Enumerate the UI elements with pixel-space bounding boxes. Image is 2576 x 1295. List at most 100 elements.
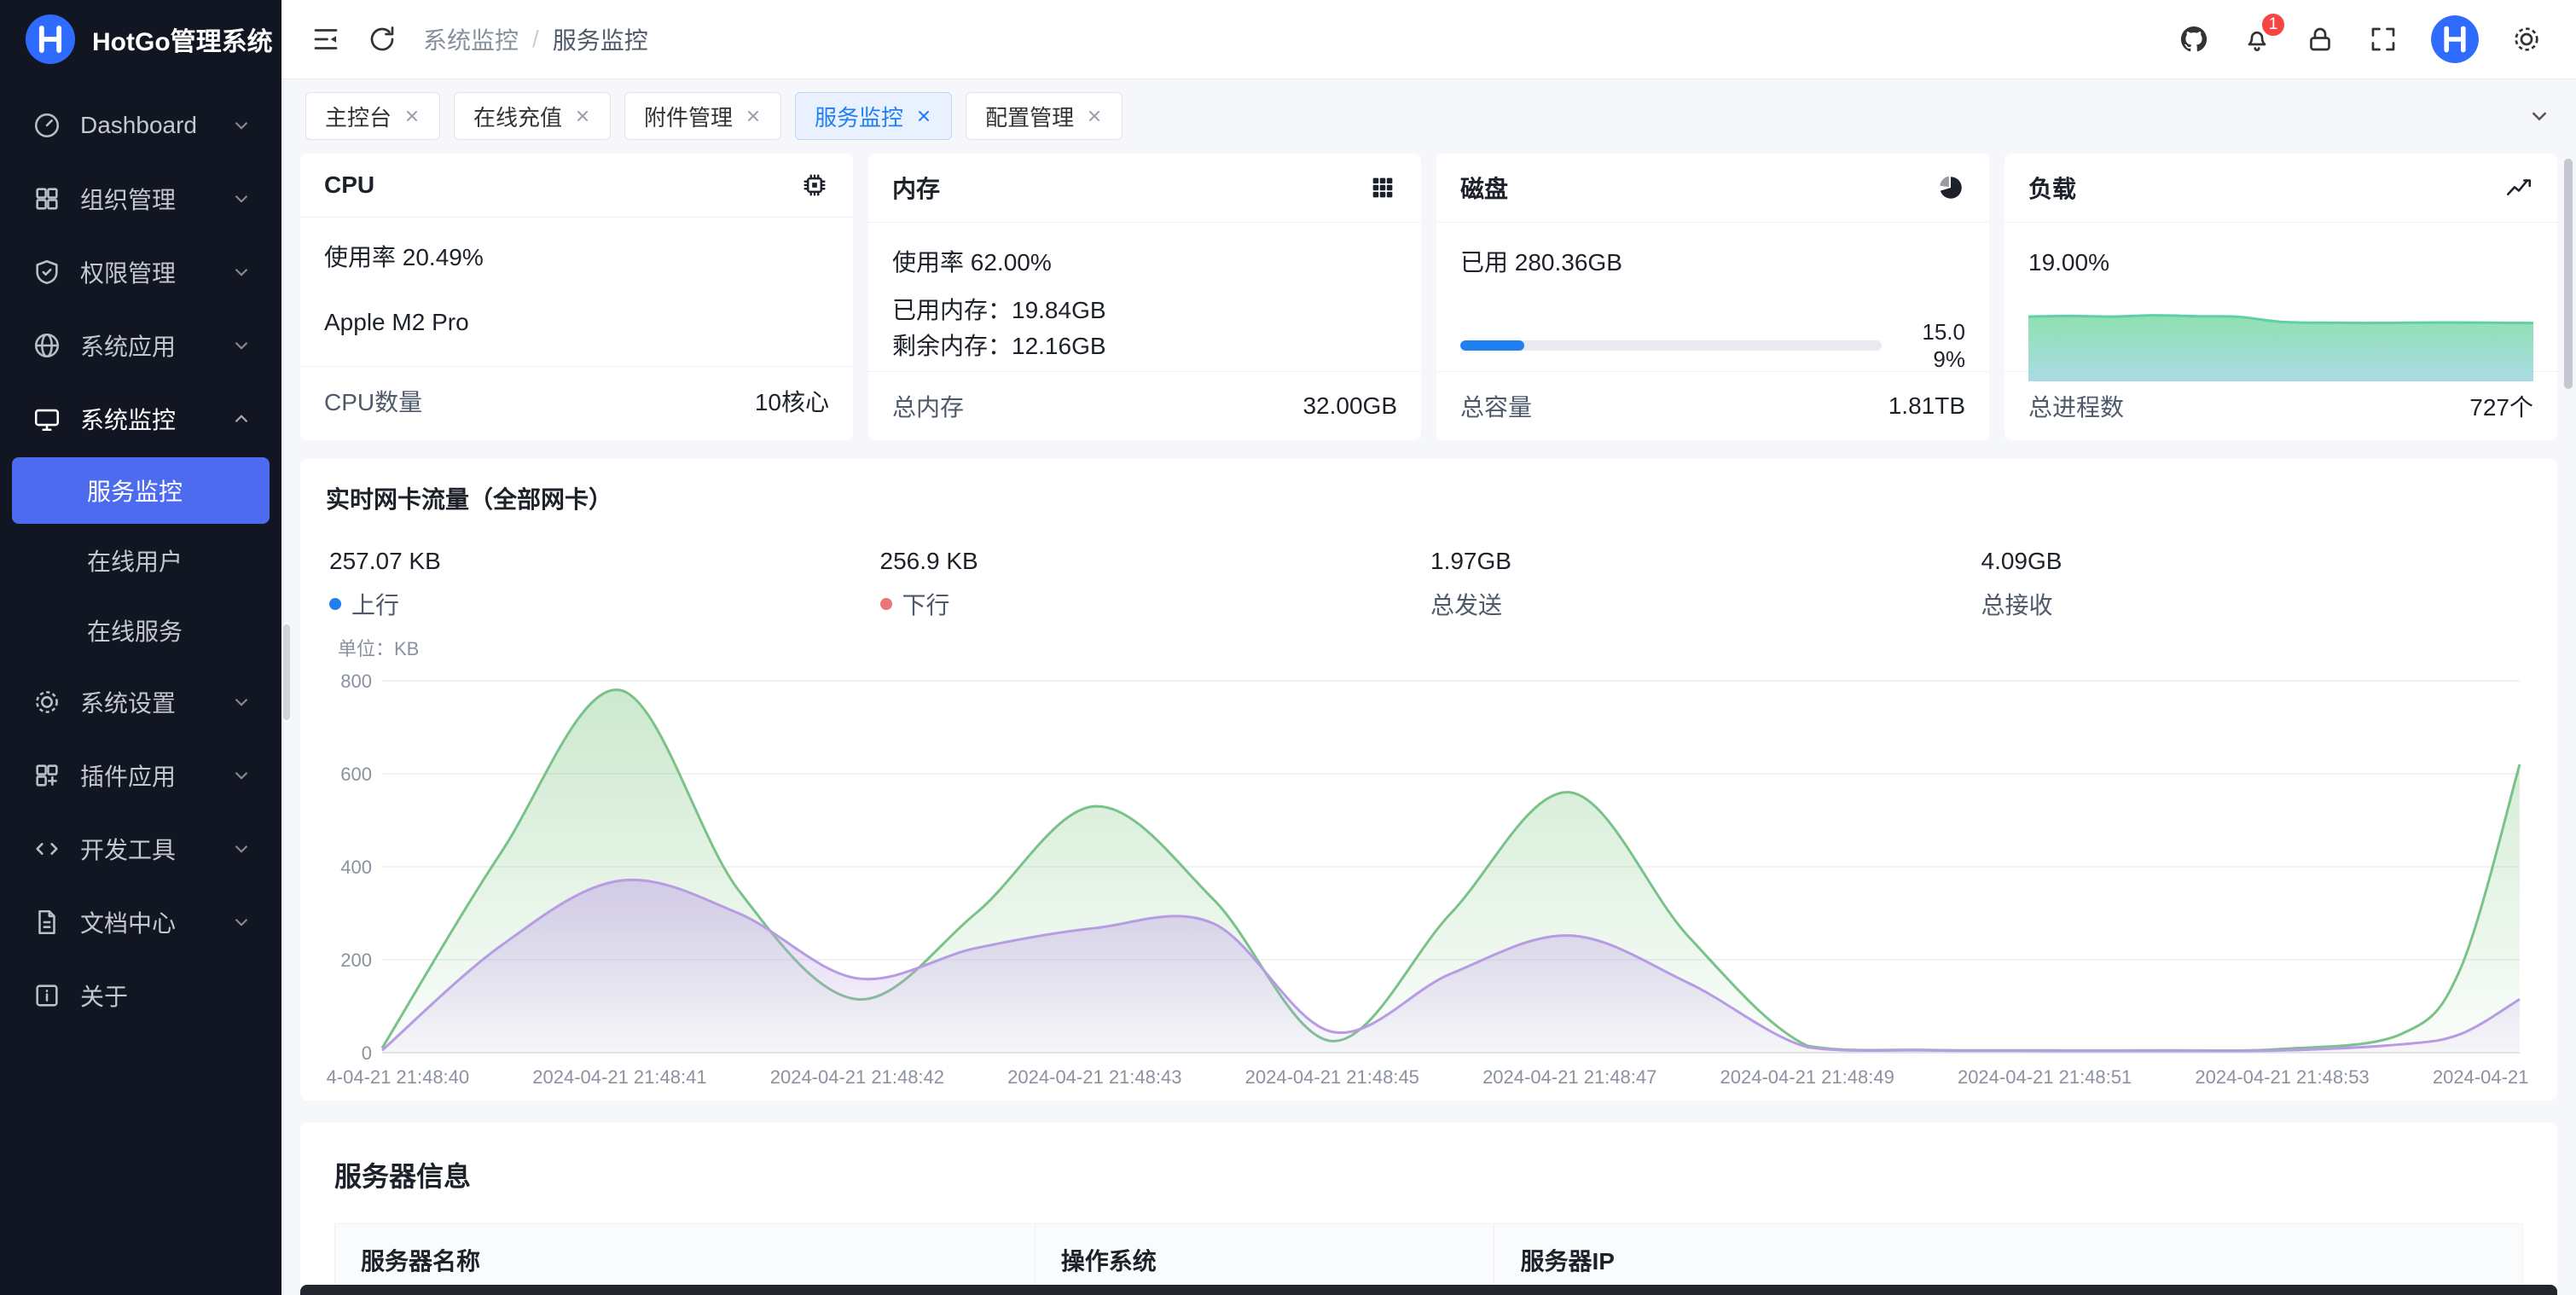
network-card-title: 实时网卡流量（全部网卡） [326, 481, 2532, 515]
sidebar-item-label: 在线服务 [87, 613, 183, 648]
lock-screen-button[interactable] [2305, 24, 2335, 55]
collapse-menu-button[interactable] [310, 24, 341, 55]
tabbar: 主控台 在线充值 附件管理 服务监控 配置管理 [281, 78, 2576, 154]
chevron-down-icon [230, 334, 252, 357]
load-footer-value: 727个 [2469, 389, 2533, 423]
notification-badge: 1 [2260, 12, 2286, 38]
stat-value: 4.09GB [1981, 548, 2532, 575]
disk-progress-fill [1460, 340, 1524, 351]
sidebar-item-docs[interactable]: 文档中心 [12, 887, 270, 957]
svg-text:2024-04-21 21:48:55: 2024-04-21 21:48:55 [2433, 1066, 2532, 1088]
sidebar: HotGo管理系统 Dashboard 组织管理 权限管理 系统应用 系统监控 [0, 0, 281, 1295]
notifications-button[interactable]: 1 [2242, 24, 2272, 55]
inner-scrollbar-thumb[interactable] [283, 624, 290, 720]
sidebar-item-label: 组织管理 [80, 182, 176, 216]
topbar-actions: 1 [2179, 15, 2542, 63]
disk-card-title: 磁盘 [1460, 171, 1508, 205]
sidebar-item-about[interactable]: 关于 [12, 961, 270, 1031]
breadcrumb-separator: / [532, 26, 539, 53]
svg-text:2024-04-21 21:48:49: 2024-04-21 21:48:49 [1720, 1066, 1894, 1088]
tab-attachments[interactable]: 附件管理 [624, 92, 781, 140]
chevron-down-icon [230, 188, 252, 210]
page-scrollbar-thumb[interactable] [2564, 159, 2573, 389]
plugin-grid-icon [32, 761, 61, 790]
stat-upstream: 257.07 KB 上行 [329, 548, 880, 621]
close-icon[interactable] [574, 107, 591, 125]
chevron-up-icon [230, 408, 252, 430]
sidebar-item-monitor[interactable]: 系统监控 [12, 384, 270, 454]
app-logo[interactable]: HotGo管理系统 [0, 0, 281, 78]
sidebar-item-permission[interactable]: 权限管理 [12, 237, 270, 307]
chevron-down-icon [230, 764, 252, 787]
sidebar-item-service-monitor[interactable]: 服务监控 [12, 457, 270, 524]
svg-text:800: 800 [340, 671, 372, 692]
cpu-model: Apple M2 Pro [324, 305, 829, 340]
stat-value: 256.9 KB [880, 548, 1431, 575]
svg-text:2024-04-21 21:48:53: 2024-04-21 21:48:53 [2195, 1066, 2369, 1088]
chevron-down-icon [230, 691, 252, 713]
sidebar-item-label: 系统设置 [80, 685, 176, 719]
memory-footer-label: 总内存 [892, 389, 964, 423]
svg-text:单位：KB: 单位：KB [338, 638, 419, 659]
user-avatar[interactable] [2431, 15, 2479, 63]
fullscreen-button[interactable] [2368, 24, 2399, 55]
stat-downstream: 256.9 KB 下行 [880, 548, 1431, 621]
tab-config[interactable]: 配置管理 [966, 92, 1123, 140]
tab-service-monitor[interactable]: 服务监控 [795, 92, 952, 140]
network-traffic-chart: 02004006008002024-04-21 21:48:402024-04-… [326, 633, 2532, 1094]
cpu-usage: 使用率 20.49% [324, 240, 829, 276]
upstream-dot [329, 598, 341, 610]
cpu-card-title: CPU [324, 171, 374, 199]
chevron-down-icon [230, 838, 252, 860]
sidebar-item-label: 权限管理 [80, 255, 176, 289]
close-icon[interactable] [1086, 107, 1103, 125]
sidebar-item-label: 关于 [80, 979, 128, 1013]
trend-line-icon [2504, 173, 2533, 202]
sidebar-item-devtools[interactable]: 开发工具 [12, 814, 270, 884]
svg-text:2024-04-21 21:48:47: 2024-04-21 21:48:47 [1482, 1066, 1656, 1088]
tab-online-recharge[interactable]: 在线充值 [454, 92, 611, 140]
disk-card: 磁盘 已用 280.36GB 15.09% 总容量 1.81TB [1436, 154, 1989, 440]
tabs-menu-button[interactable] [2527, 103, 2552, 129]
memory-free: 剩余内存：12.16GB [892, 328, 1397, 364]
github-icon[interactable] [2179, 24, 2209, 55]
page-content: CPU 使用率 20.49% Apple M2 Pro CPU数量 10核心 内… [281, 154, 2576, 1295]
close-icon[interactable] [745, 107, 762, 125]
breadcrumb-parent[interactable]: 系统监控 [423, 22, 519, 56]
tab-label: 在线充值 [473, 101, 562, 132]
breadcrumb: 系统监控 / 服务监控 [423, 22, 648, 56]
load-card: 负载 19.00% 总进程数 727个 [2005, 154, 2557, 440]
settings-gear-button[interactable] [2511, 24, 2542, 55]
sidebar-item-plugins[interactable]: 插件应用 [12, 740, 270, 810]
sidebar-item-label: 文档中心 [80, 905, 176, 939]
sidebar-item-label: 插件应用 [80, 758, 176, 793]
info-icon [32, 981, 61, 1010]
sidebar-item-online-users[interactable]: 在线用户 [12, 527, 270, 594]
shield-icon [32, 258, 61, 287]
svg-text:2024-04-21 21:48:41: 2024-04-21 21:48:41 [532, 1066, 706, 1088]
close-icon[interactable] [915, 107, 932, 125]
stat-label: 总接收 [1981, 587, 2053, 621]
load-card-title: 负载 [2028, 171, 2076, 205]
stat-total-sent: 1.97GB 总发送 [1430, 548, 1981, 621]
sidebar-item-online-services[interactable]: 在线服务 [12, 597, 270, 664]
memory-used: 已用内存：19.84GB [892, 293, 1397, 328]
sidebar-item-apps[interactable]: 系统应用 [12, 311, 270, 380]
cpu-footer-label: CPU数量 [324, 384, 422, 418]
memory-grid-icon [1368, 173, 1397, 202]
disk-used: 已用 280.36GB [1460, 245, 1965, 281]
sidebar-item-settings[interactable]: 系统设置 [12, 667, 270, 737]
sidebar-item-org[interactable]: 组织管理 [12, 164, 270, 234]
memory-card: 内存 使用率 62.00% 已用内存：19.84GB 剩余内存：12.16GB … [868, 154, 1421, 440]
next-card-peek [300, 1285, 2557, 1295]
tab-label: 主控台 [325, 101, 392, 132]
tab-dashboard[interactable]: 主控台 [305, 92, 440, 140]
gear-icon [32, 688, 61, 717]
close-icon[interactable] [403, 107, 421, 125]
stat-label: 总发送 [1430, 587, 1502, 621]
memory-usage: 使用率 62.00% [892, 245, 1397, 281]
sidebar-item-dashboard[interactable]: Dashboard [12, 90, 270, 160]
network-traffic-card: 实时网卡流量（全部网卡） 257.07 KB 上行 256.9 KB 下行 1.… [300, 459, 2557, 1100]
refresh-button[interactable] [367, 24, 397, 55]
app-logo-icon [26, 15, 75, 64]
